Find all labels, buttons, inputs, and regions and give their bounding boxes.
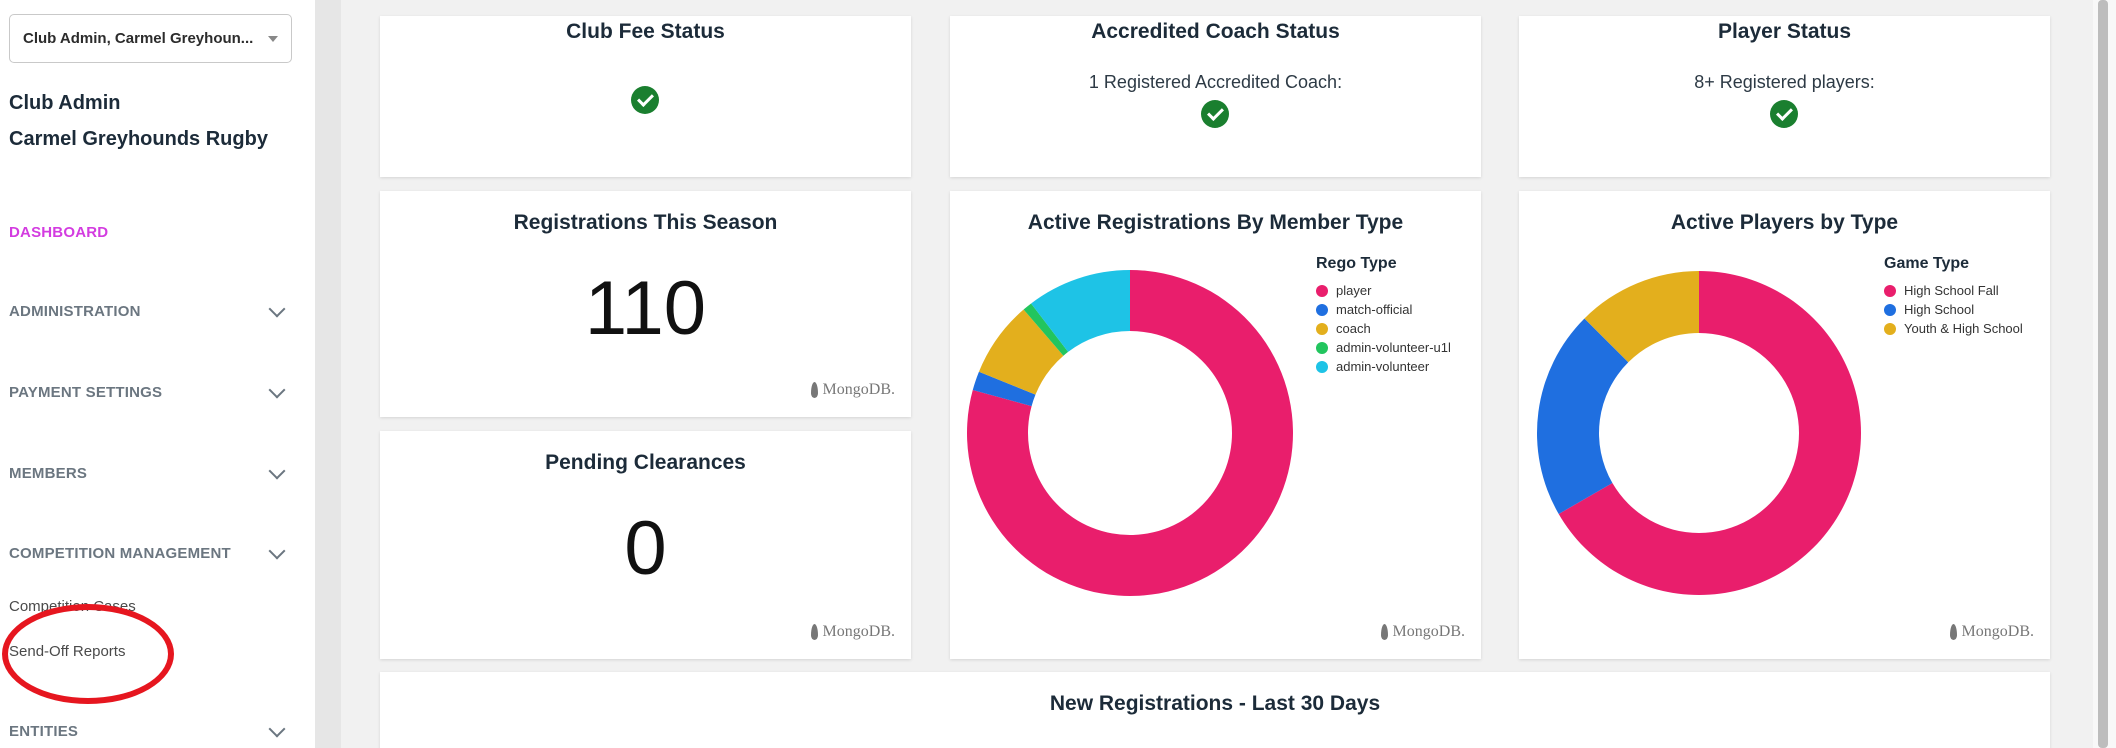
- role-select-value: Club Admin, Carmel Greyhoun...: [23, 30, 254, 47]
- legend-item[interactable]: match-official: [1316, 302, 1412, 317]
- players-type-chart-card: Active Players by Type Game Type High Sc…: [1519, 191, 2050, 659]
- nav-competition-management-label: COMPETITION MANAGEMENT: [9, 545, 231, 562]
- legend-item[interactable]: Youth & High School: [1884, 321, 2023, 336]
- chevron-down-icon: [268, 462, 286, 479]
- legend-swatch: [1884, 322, 1896, 335]
- legend-label: High School Fall: [1904, 283, 1999, 298]
- legend-swatch: [1316, 322, 1328, 335]
- legend-label: match-official: [1336, 302, 1413, 317]
- legend-label: admin-volunteer-u1l: [1336, 340, 1451, 355]
- mongodb-text: MongoDB.: [822, 381, 895, 398]
- legend-swatch: [1316, 303, 1328, 316]
- club-fee-card: Club Fee Status: [380, 16, 911, 177]
- mongodb-watermark: MongoDB.: [1949, 623, 2034, 641]
- mongodb-text: MongoDB.: [822, 623, 895, 640]
- new-registrations-title: New Registrations - Last 30 Days: [1049, 692, 1381, 715]
- coach-subtext: 1 Registered Accredited Coach:: [1088, 72, 1343, 92]
- mongodb-watermark: MongoDB.: [810, 623, 895, 641]
- mongodb-text: MongoDB.: [1392, 623, 1465, 640]
- caret-down-icon: [268, 35, 278, 42]
- chevron-down-icon: [268, 720, 286, 737]
- check-circle-icon: [1770, 100, 1798, 128]
- legend-title: Rego Type: [1316, 255, 1397, 272]
- mongodb-watermark: MongoDB.: [810, 381, 895, 399]
- nav-competition-management[interactable]: COMPETITION MANAGEMENT: [9, 542, 289, 562]
- pending-title: Pending Clearances: [545, 451, 746, 474]
- mongodb-text: MongoDB.: [1961, 623, 2034, 640]
- legend-item[interactable]: High School: [1884, 302, 1974, 317]
- chevron-down-icon: [268, 300, 286, 317]
- legend-item[interactable]: admin-volunteer: [1316, 359, 1429, 374]
- nav-dashboard-label: DASHBOARD: [9, 224, 109, 241]
- legend-label: admin-volunteer: [1336, 359, 1430, 374]
- pending-value: 0: [624, 506, 667, 591]
- check-circle-icon: [631, 86, 659, 114]
- nav-members-label: MEMBERS: [9, 465, 88, 482]
- pending-clearances-card: Pending Clearances 0 MongoDB.: [380, 431, 911, 659]
- legend-item[interactable]: admin-volunteer-u1l: [1316, 340, 1451, 355]
- player-status-subtext: 8+ Registered players:: [1694, 72, 1875, 92]
- legend-label: player: [1336, 283, 1372, 298]
- legend-label: High School: [1904, 302, 1975, 317]
- coach-title: Accredited Coach Status: [1091, 20, 1340, 43]
- member-type-chart-card: Active Registrations By Member Type Rego…: [950, 191, 1481, 659]
- mongodb-leaf-icon: [1949, 624, 1957, 640]
- legend-label: Youth & High School: [1904, 321, 2023, 336]
- nav-members[interactable]: MEMBERS: [9, 462, 289, 482]
- legend-item[interactable]: coach: [1316, 321, 1371, 336]
- player-status-title: Player Status: [1717, 20, 1852, 43]
- mongodb-leaf-icon: [1380, 624, 1388, 640]
- scrollbar-thumb[interactable]: [2098, 0, 2108, 748]
- nav-entities-label: ENTITIES: [9, 723, 79, 740]
- mongodb-leaf-icon: [810, 382, 818, 398]
- legend-item[interactable]: player: [1316, 283, 1371, 298]
- registrations-title: Registrations This Season: [513, 211, 778, 234]
- chevron-down-icon: [268, 542, 286, 559]
- user-info: Club Admin Carmel Greyhounds Rugby: [9, 85, 268, 157]
- nav-payment-settings[interactable]: PAYMENT SETTINGS: [9, 381, 289, 401]
- legend-label: coach: [1336, 321, 1371, 336]
- check-circle-icon: [1201, 100, 1229, 128]
- new-registrations-card: New Registrations - Last 30 Days: [380, 672, 2050, 748]
- sidebar: Club Admin, Carmel Greyhoun... Club Admi…: [0, 0, 315, 748]
- nav-entities[interactable]: ENTITIES: [9, 720, 289, 740]
- member-type-donut: [967, 270, 1293, 596]
- mongodb-watermark: MongoDB.: [1380, 623, 1465, 641]
- player-status-card: Player Status 8+ Registered players:: [1519, 16, 2050, 177]
- legend-swatch: [1316, 284, 1328, 297]
- legend-swatch: [1316, 360, 1328, 373]
- nav-dashboard[interactable]: DASHBOARD: [9, 224, 289, 241]
- user-role: Club Admin: [9, 92, 121, 114]
- legend-swatch: [1884, 303, 1896, 316]
- mongodb-leaf-icon: [810, 624, 818, 640]
- registrations-card: Registrations This Season 110 MongoDB.: [380, 191, 911, 417]
- nav-payment-settings-label: PAYMENT SETTINGS: [9, 384, 163, 401]
- role-select[interactable]: Club Admin, Carmel Greyhoun...: [9, 14, 292, 63]
- club-fee-title: Club Fee Status: [566, 20, 725, 43]
- highlight-circle: [2, 604, 174, 704]
- coach-card: Accredited Coach Status 1 Registered Acc…: [950, 16, 1481, 177]
- user-club: Carmel Greyhounds Rugby: [9, 128, 268, 150]
- legend-swatch: [1316, 341, 1328, 354]
- chevron-down-icon: [268, 381, 286, 398]
- players-type-donut: [1537, 271, 1861, 595]
- legend-swatch: [1884, 284, 1896, 297]
- legend-title: Game Type: [1884, 255, 1970, 272]
- registrations-value: 110: [584, 266, 707, 351]
- sidebar-gutter: [315, 0, 341, 748]
- nav-administration[interactable]: ADMINISTRATION: [9, 300, 289, 320]
- nav-administration-label: ADMINISTRATION: [9, 303, 141, 320]
- legend-item[interactable]: High School Fall: [1884, 283, 1999, 298]
